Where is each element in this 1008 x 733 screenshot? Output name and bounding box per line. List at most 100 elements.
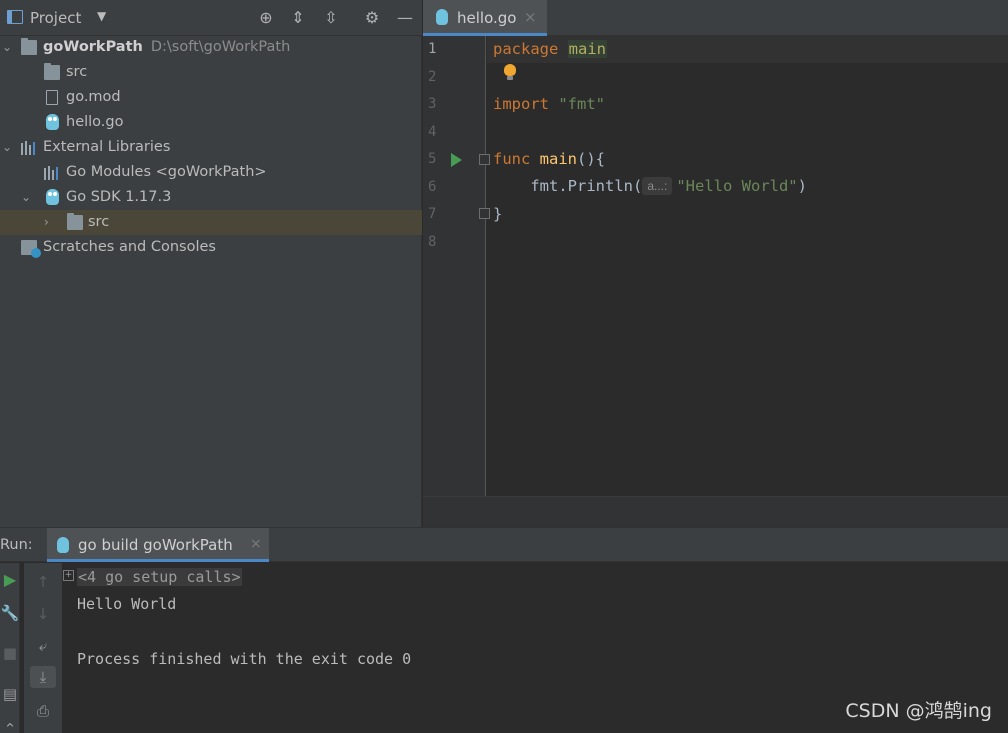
tree-item-external-libraries[interactable]: ⌄ External Libraries <box>0 135 422 160</box>
locate-icon[interactable]: ⊕ <box>255 7 277 29</box>
line-number: 1 <box>428 41 437 57</box>
run-toolbar-primary: ▶ 🔧 ■ ▤ ⌃ <box>0 563 20 733</box>
line-number: 2 <box>428 69 437 85</box>
print-icon[interactable]: ⎙ <box>33 700 53 722</box>
gopher-icon <box>46 114 59 130</box>
tree-item-go-modules[interactable]: Go Modules <goWorkPath> <box>0 160 422 185</box>
console-output: Hello World <box>77 595 177 613</box>
string-literal: "Hello World" <box>676 177 798 195</box>
close-icon[interactable]: × <box>524 8 537 26</box>
project-title[interactable]: Project <box>30 9 81 27</box>
rerun-icon[interactable]: ▶ <box>0 569 20 591</box>
collapse-all-icon[interactable]: ⇳ <box>320 7 342 29</box>
line-number: 6 <box>428 179 437 195</box>
editor: hello.go × 1 2 3 4 5 6 7 8 package main … <box>423 0 1008 527</box>
tree-item-label: go.mod <box>66 89 121 105</box>
line-number: 4 <box>428 124 437 140</box>
watermark: CSDN @鸿鹄ing <box>845 700 992 722</box>
editor-tab-bar: hello.go × <box>423 0 1008 36</box>
code-punct: } <box>493 205 503 223</box>
tree-item-src[interactable]: src <box>0 60 422 85</box>
code-line-5[interactable]: func main(){ <box>493 146 605 173</box>
fold-icon[interactable] <box>479 208 490 219</box>
keyword-package: package <box>493 40 559 58</box>
stop-icon[interactable]: ■ <box>0 642 20 664</box>
package-name: main <box>567 40 607 58</box>
tree-item-label: hello.go <box>66 114 124 130</box>
folder-icon <box>44 63 60 80</box>
parameter-hint: a...: <box>642 177 673 195</box>
keyword-import: import <box>493 95 549 113</box>
tab-label: hello.go <box>457 9 517 27</box>
file-icon <box>46 90 58 105</box>
run-toolbar-secondary: ↑ ↓ ⤶ ⤓ ⎙ <box>24 563 62 733</box>
call-expression: fmt.Println( <box>530 177 643 195</box>
chevron-down-icon[interactable]: ⌄ <box>2 35 14 60</box>
tree-item-path: D:\soft\goWorkPath <box>150 39 291 55</box>
expand-icon[interactable]: + <box>63 570 74 581</box>
project-view-icon <box>7 10 23 24</box>
run-header: Run: go build goWorkPath × <box>0 528 1008 562</box>
line-number: 3 <box>428 96 437 112</box>
project-header: Project ▼ ⊕ ⇕ ⇳ ⚙ — <box>0 0 422 36</box>
line-number: 8 <box>428 234 437 250</box>
code-line-7[interactable]: } <box>493 201 502 228</box>
code-punct: ) <box>797 177 807 195</box>
tree-item-label: Scratches and Consoles <box>43 239 216 255</box>
tree-item-label: src <box>88 214 110 230</box>
console-line: <4 go setup calls> <box>77 564 242 590</box>
hide-icon[interactable]: — <box>394 7 416 29</box>
scroll-to-end-icon[interactable]: ⤓ <box>30 666 56 688</box>
wrench-icon[interactable]: 🔧 <box>0 602 20 624</box>
soft-wrap-icon[interactable]: ⤶ <box>33 635 53 657</box>
tree-item-goworkpath[interactable]: ⌄ goWorkPath D:\soft\goWorkPath <box>0 35 422 60</box>
editor-breadcrumb-bar <box>423 496 1008 527</box>
setup-calls-fold[interactable]: <4 go setup calls> <box>77 568 242 586</box>
tree-item-go-mod[interactable]: go.mod <box>0 85 422 110</box>
chevron-right-icon[interactable]: › <box>44 210 56 235</box>
chevron-down-icon[interactable]: ▼ <box>97 9 106 23</box>
tree-item-hello-go[interactable]: hello.go <box>0 110 422 135</box>
tree-item-scratches[interactable]: Scratches and Consoles <box>0 235 422 260</box>
pin-icon[interactable]: ⌃ <box>0 718 20 733</box>
run-panel: Run: go build goWorkPath × ▶ 🔧 ■ ▤ ⌃ ↑ ↓… <box>0 527 1008 733</box>
folder-icon <box>67 213 83 230</box>
code-line-1[interactable]: package main <box>493 36 607 63</box>
fold-icon[interactable] <box>479 154 490 165</box>
tree-item-label: src <box>66 64 88 80</box>
import-string: "fmt" <box>558 95 606 113</box>
arrow-down-icon[interactable]: ↓ <box>33 603 53 625</box>
code-line-3[interactable]: import "fmt" <box>493 91 605 118</box>
chevron-down-icon[interactable]: ⌄ <box>2 135 14 160</box>
tab-hello-go[interactable]: hello.go × <box>423 0 547 36</box>
code-line-6[interactable]: fmt.Println(a...: "Hello World") <box>493 173 807 200</box>
expand-all-icon[interactable]: ⇕ <box>287 7 309 29</box>
tree-item-label: Go Modules <goWorkPath> <box>66 164 267 180</box>
code-punct: (){ <box>577 150 605 168</box>
gopher-icon <box>436 9 448 25</box>
tree-item-sdk-src[interactable]: › src <box>0 210 422 235</box>
lightbulb-icon[interactable] <box>504 64 516 80</box>
run-tab-label: go build goWorkPath <box>78 536 233 554</box>
tree-item-label: External Libraries <box>43 139 171 155</box>
function-name: main <box>539 150 577 168</box>
gear-icon[interactable]: ⚙ <box>361 7 383 29</box>
line-number: 5 <box>428 151 437 167</box>
run-icon[interactable] <box>451 153 462 167</box>
project-panel: Project ▼ ⊕ ⇕ ⇳ ⚙ — ⌄ goWorkPath D:\soft\… <box>0 0 422 527</box>
chevron-down-icon[interactable]: ⌄ <box>21 185 33 210</box>
tree-item-go-sdk[interactable]: ⌄ Go SDK 1.17.3 <box>0 185 422 210</box>
keyword-func: func <box>493 150 531 168</box>
tree-item-label: Go SDK 1.17.3 <box>66 189 172 205</box>
libraries-icon <box>44 165 60 180</box>
layout-icon[interactable]: ▤ <box>0 683 20 705</box>
folder-icon <box>21 38 37 55</box>
arrow-up-icon[interactable]: ↑ <box>33 571 53 593</box>
run-label: Run: <box>0 537 33 553</box>
close-icon[interactable]: × <box>250 536 262 552</box>
console-exit-message: Process finished with the exit code 0 <box>77 650 412 668</box>
scratch-icon <box>21 240 41 258</box>
libraries-icon <box>21 140 37 155</box>
gopher-icon <box>57 537 69 553</box>
run-tab[interactable]: go build goWorkPath × <box>47 528 269 562</box>
